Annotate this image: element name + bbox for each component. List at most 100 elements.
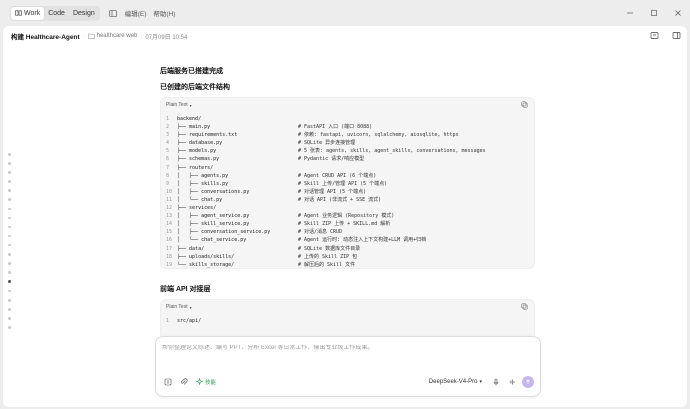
scroll-dot[interactable] [8, 171, 11, 174]
model-label: DeepSeek-V4-Pro [428, 378, 478, 385]
line-number: 6 [166, 156, 170, 163]
code-text: └── skills_storage/ [177, 261, 235, 268]
code-line: 3 ├── requirements.txt # 依赖: fastapi, uvic… [166, 131, 534, 139]
main-panel: 构建 Healthcare-Agent · healthcare web · 0… [3, 26, 687, 407]
scroll-dot[interactable] [8, 289, 11, 293]
code-language-select[interactable]: Plain Text ▾ [161, 98, 534, 112]
scroll-dot[interactable] [8, 271, 11, 274]
line-number: 10 [166, 188, 173, 195]
code-line: 16 │ └── chat_service.py # Agent 运行时: 动态注入… [166, 236, 534, 244]
scroll-dot[interactable] [8, 189, 11, 192]
line-number: 7 [166, 164, 170, 171]
code-comment: # SQLite 数据库文件目录 [298, 245, 361, 252]
scroll-dot[interactable] [8, 198, 11, 201]
scroll-dot[interactable] [8, 225, 11, 229]
sidebar-toggle-icon[interactable] [108, 8, 118, 18]
chevron-down-icon: ▾ [189, 304, 192, 310]
section-heading: 已创建的后端文件结构 [160, 84, 230, 91]
code-language-select[interactable]: Plain Text ▾ [161, 300, 534, 314]
scroll-dot[interactable] [8, 216, 11, 220]
close-icon[interactable] [666, 0, 690, 26]
code-comment: # Agent 业务逻辑 (Repository 模式) [298, 213, 395, 220]
header-separator-2: · [140, 33, 143, 39]
menu-help[interactable]: 帮助(H) [153, 8, 175, 18]
code-text: │ ├── conversation_service.py [177, 229, 271, 236]
mode-code-button[interactable]: Code [44, 7, 69, 20]
section-heading: 后端服务已搭建完成 [160, 68, 223, 75]
line-number: 8 [166, 172, 170, 179]
book-icon [15, 10, 22, 16]
code-comment: # FastAPI 入口 (端口 8088) [298, 124, 373, 131]
code-text: │ └── chat.py [177, 196, 223, 203]
scroll-dot-active[interactable] [8, 280, 11, 284]
code-comment: # 对话管理 API (5 个端点) [298, 188, 367, 195]
scroll-dot[interactable] [8, 308, 11, 311]
scroll-dot[interactable] [8, 162, 11, 165]
code-language-label: Plain Text [166, 102, 188, 108]
scroll-dot[interactable] [8, 180, 11, 183]
skills-button[interactable]: 技能 [196, 378, 216, 386]
folder-icon [87, 33, 95, 39]
scroll-dot[interactable] [8, 207, 11, 211]
code-language-label: Plain Text [166, 304, 188, 310]
code-line: 18 ├── uploads/skills/ # 上传的 Skill ZIP 包 [166, 253, 534, 261]
mode-work-label: Work [24, 9, 41, 17]
code-comment: # Skill ZIP 上传 + SKILL.md 解析 [298, 221, 391, 228]
scroll-dot[interactable] [8, 253, 11, 256]
panel-layout-icon[interactable] [672, 31, 681, 40]
code-text: │ ├── skill_service.py [177, 221, 250, 228]
code-comment: # 上传的 Skill ZIP 包 [298, 253, 358, 260]
code-line: 19 └── skills_storage/ # 解压后的 Skill 文件 [166, 261, 534, 269]
scroll-dot[interactable] [8, 243, 11, 247]
code-line: 9 │ ├── skills.py # Skill 上传/管理 API (5 个端点… [166, 180, 534, 188]
chevron-down-icon: ▾ [479, 378, 482, 385]
scroll-dot[interactable] [8, 234, 11, 238]
scroll-dot[interactable] [8, 317, 11, 320]
code-text: │ ├── agents.py [177, 172, 229, 179]
conversation-title: 构建 Healthcare-Agent [11, 34, 80, 41]
code-line: 1 src/api/ [166, 317, 534, 325]
attach-icon[interactable] [180, 377, 188, 386]
code-text: ├── models.py [177, 148, 217, 155]
folder-link[interactable]: healthcare web [87, 33, 138, 39]
mode-design-button[interactable]: Design [69, 7, 99, 20]
code-text: ├── requirements.txt [177, 132, 238, 139]
mode-work-button[interactable]: Work [11, 6, 45, 20]
code-body: 1 src/api/ [161, 314, 534, 325]
code-line: 10 │ ├── conversations.py # 对话管理 API (5 个端… [166, 188, 534, 196]
voice-wave-icon[interactable] [508, 378, 516, 386]
menu-edit[interactable]: 编辑(E) [125, 8, 147, 18]
line-number: 13 [166, 213, 173, 220]
code-line: 1 backend/ [166, 115, 534, 123]
code-comment: # 5 张表: agents, skills, agent_skills, co… [298, 148, 486, 155]
send-button[interactable] [522, 375, 534, 388]
conversation-time: 07月09日 10:54 [145, 34, 188, 41]
title-bar: Work Code Design 编辑(E) 帮助(H) [0, 0, 690, 26]
minimize-icon[interactable] [618, 0, 642, 26]
model-select[interactable]: DeepSeek-V4-Pro ▾ [429, 379, 482, 385]
scroll-dot[interactable] [8, 326, 11, 329]
scroll-dot[interactable] [8, 262, 11, 265]
prompt-input[interactable] [162, 345, 532, 351]
skills-label: 技能 [205, 379, 217, 386]
code-text: │ ├── skills.py [177, 180, 229, 187]
folder-name: healthcare web [96, 33, 138, 39]
microphone-icon[interactable] [492, 378, 500, 386]
archive-icon[interactable] [650, 31, 659, 40]
maximize-icon[interactable] [642, 0, 666, 26]
code-comment: # 依赖: fastapi, uvicorn, sqlalchemy, aios… [298, 132, 459, 139]
line-number: 9 [166, 180, 170, 187]
copy-icon[interactable] [521, 101, 528, 108]
header-separator: · [82, 33, 85, 39]
mode-switcher: Work Code Design [10, 5, 100, 21]
copy-icon[interactable] [521, 303, 528, 310]
scroll-dot[interactable] [8, 153, 11, 156]
line-number: 18 [166, 253, 173, 260]
scroll-position-dots [8, 153, 11, 329]
code-line: 6 ├── schemas.py # Pydantic 请求/响应模型 [166, 155, 534, 163]
scroll-dot[interactable] [8, 299, 11, 302]
sparkle-icon [196, 378, 203, 385]
code-comment: # SQLite 异步连接管理 [298, 140, 356, 147]
code-text: │ └── chat_service.py [177, 237, 247, 244]
file-tree-icon[interactable] [164, 378, 172, 386]
